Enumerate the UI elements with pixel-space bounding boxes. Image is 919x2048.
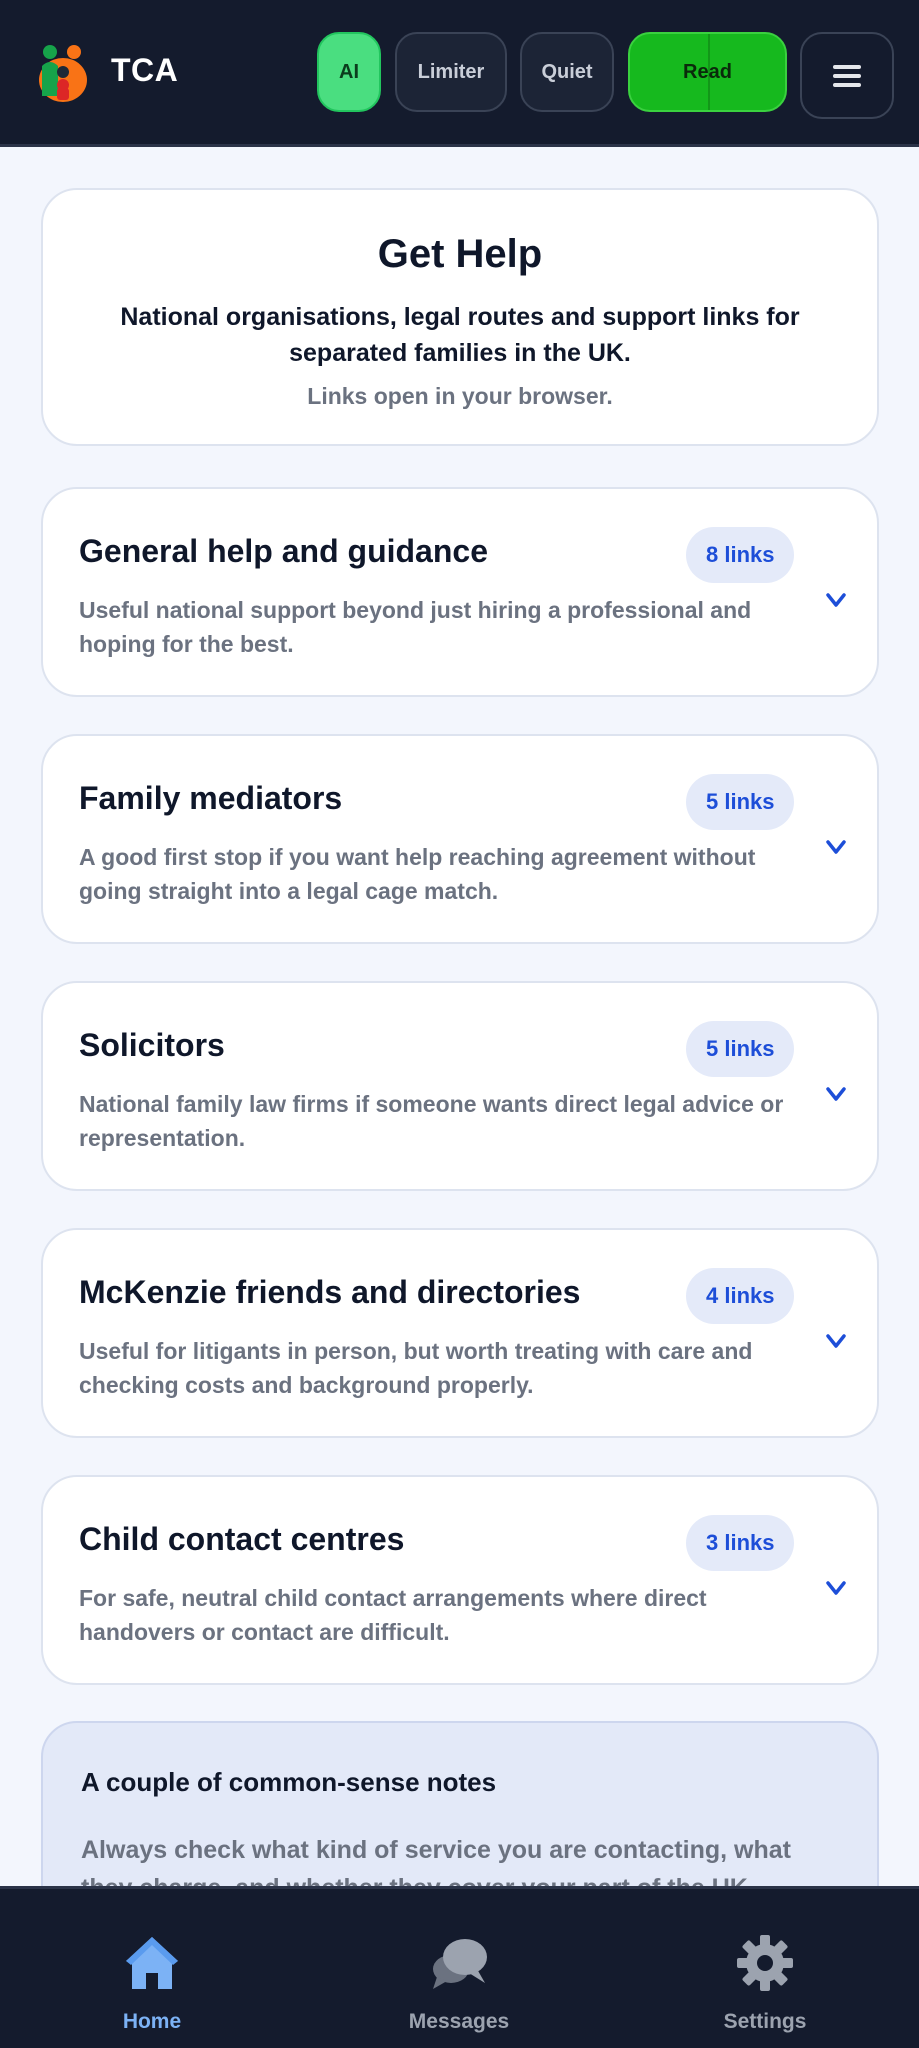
menu-button[interactable] [800,32,894,119]
top-bar: TCA AI Limiter Quiet Read [0,0,919,147]
category-description: National family law firms if someone wan… [79,1091,784,1151]
category-title: McKenzie friends and directories [79,1274,581,1310]
read-toggle-button[interactable]: Read [628,32,787,112]
category-description: A good first stop if you want help reach… [79,844,756,904]
nav-settings[interactable]: Settings [665,1889,865,2048]
chevron-down-icon[interactable] [825,1330,847,1352]
hamburger-icon [833,60,861,92]
limiter-toggle-button[interactable]: Limiter [395,32,507,112]
category-general-help[interactable]: General help and guidance 8 links Useful… [41,487,879,697]
chevron-down-icon[interactable] [825,1577,847,1599]
category-description: Useful national support beyond just hiri… [79,597,752,657]
chevron-down-icon[interactable] [825,589,847,611]
link-count-badge: 5 links [686,774,795,830]
house-icon [126,1937,178,1989]
nav-messages[interactable]: Messages [359,1889,559,2048]
browser-note: Links open in your browser. [307,383,613,409]
category-title: Family mediators [79,780,343,816]
link-count-badge: 3 links [686,1515,795,1571]
link-count-badge: 8 links [686,527,795,583]
ai-toggle-button[interactable]: AI [317,32,381,112]
nav-home-label: Home [122,2010,182,2033]
brand-name: TCA [111,52,179,88]
quiet-toggle-button[interactable]: Quiet [520,32,614,112]
page-subtitle: National organisations, legal routes and… [120,303,800,367]
link-count-badge: 4 links [686,1268,795,1324]
chevron-down-icon[interactable] [825,1083,847,1105]
family-logo-icon[interactable] [36,42,90,104]
bottom-navigation: Home Messages Settings [0,1886,919,2048]
notes-title: A couple of common-sense notes [81,1767,497,1797]
category-description: Useful for litigants in person, but wort… [79,1338,753,1398]
chevron-down-icon[interactable] [825,836,847,858]
nav-settings-label: Settings [723,2010,807,2033]
category-child-contact-centres[interactable]: Child contact centres 3 links For safe, … [41,1475,879,1685]
category-solicitors[interactable]: Solicitors 5 links National family law f… [41,981,879,1191]
category-title: General help and guidance [79,533,488,569]
category-description: For safe, neutral child contact arrangem… [79,1585,707,1645]
link-count-badge: 5 links [686,1021,795,1077]
get-help-intro-card: Get Help National organisations, legal r… [41,188,879,446]
chat-bubbles-icon [433,1939,487,1989]
nav-messages-label: Messages [408,2010,510,2033]
page-title: Get Help [377,232,543,276]
read-button-divider [708,34,710,110]
category-mckenzie-friends[interactable]: McKenzie friends and directories 4 links… [41,1228,879,1438]
category-title: Solicitors [79,1027,225,1063]
gear-icon [737,1935,793,1991]
nav-home[interactable]: Home [52,1889,252,2048]
category-family-mediators[interactable]: Family mediators 5 links A good first st… [41,734,879,944]
category-title: Child contact centres [79,1521,405,1557]
